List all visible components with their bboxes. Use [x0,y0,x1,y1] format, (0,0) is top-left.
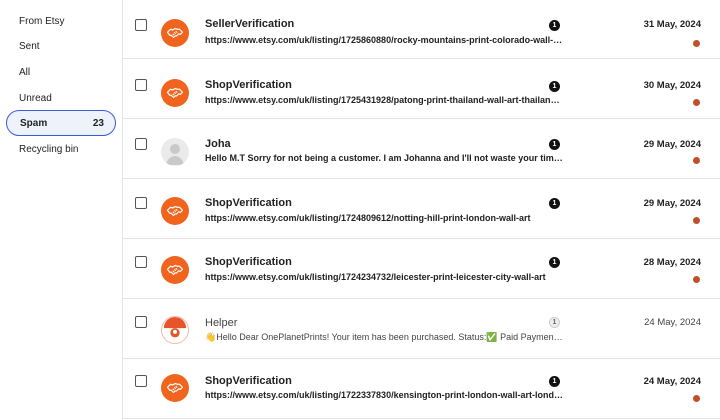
message-sender: ShopVerification [205,256,292,268]
message-sender: ShopVerification [205,375,292,387]
sidebar-item-spam[interactable]: Spam 23 [6,110,116,136]
message-checkbox[interactable] [135,256,147,268]
unread-dot [693,157,700,164]
message-row[interactable]: ShopVerification https://www.etsy.com/uk… [123,360,720,419]
sidebar-item-label: Spam [20,117,48,129]
handshake-icon [161,19,189,47]
message-preview: Hello M.T Sorry for not being a customer… [205,153,565,163]
message-count-badge: 1 [549,317,560,328]
unread-dot [693,276,700,283]
message-checkbox[interactable] [135,316,147,328]
unread-dot [693,40,700,47]
message-date: 24 May, 2024 [643,376,701,387]
message-count-badge: 1 [549,20,560,31]
message-date: 28 May, 2024 [643,257,701,268]
message-date: 29 May, 2024 [643,139,701,150]
message-sender: ShopVerification [205,197,292,209]
sidebar-item-label: All [19,66,31,78]
message-list: SellerVerification https://www.etsy.com/… [122,0,720,420]
unread-dot [693,395,700,402]
message-sender: SellerVerification [205,18,295,30]
message-checkbox[interactable] [135,79,147,91]
message-row[interactable]: ShopVerification https://www.etsy.com/uk… [123,240,720,299]
message-date: 30 May, 2024 [643,80,701,91]
sidebar-item-sent[interactable]: Sent [6,33,116,59]
handshake-icon [161,79,189,107]
message-checkbox[interactable] [135,197,147,209]
message-preview: https://www.etsy.com/uk/listing/17242347… [205,272,546,282]
message-row[interactable]: ShopVerification https://www.etsy.com/uk… [123,60,720,119]
message-count-badge: 1 [549,257,560,268]
message-preview: https://www.etsy.com/uk/listing/17258608… [205,35,565,45]
message-count-badge: 1 [549,81,560,92]
message-date: 29 May, 2024 [643,198,701,209]
sidebar-item-label: Unread [19,92,52,104]
handshake-icon [161,374,189,402]
handshake-icon [161,256,189,284]
sidebar-item-all[interactable]: All [6,59,116,85]
message-checkbox[interactable] [135,19,147,31]
sidebar-item-label: From Etsy [19,15,65,27]
message-row[interactable]: ShopVerification https://www.etsy.com/uk… [123,180,720,239]
unread-dot [693,217,700,224]
helper-logo-icon [161,316,189,344]
sidebar-item-unread[interactable]: Unread [6,85,116,111]
message-count-badge: 1 [549,198,560,209]
message-preview: https://www.etsy.com/uk/listing/17248096… [205,213,531,223]
sidebar-item-recycling-bin[interactable]: Recycling bin [6,136,116,162]
message-count-badge: 1 [549,139,560,150]
message-sender: ShopVerification [205,79,292,91]
message-date: 24 May, 2024 [644,317,701,328]
message-sender: Joha [205,138,231,150]
unread-dot [693,99,700,106]
sidebar-item-label: Sent [19,40,40,52]
message-row[interactable]: SellerVerification https://www.etsy.com/… [123,0,720,59]
message-preview: 👋Hello Dear OnePlanetPrints! Your item h… [205,332,565,342]
handshake-icon [161,197,189,225]
message-date: 31 May, 2024 [643,19,701,30]
folder-sidebar: From Etsy Sent All Unread Spam 23 Recycl… [0,0,122,420]
message-preview: https://www.etsy.com/uk/listing/17223378… [205,390,565,400]
message-checkbox[interactable] [135,375,147,387]
sidebar-item-label: Recycling bin [19,143,79,155]
spam-count-badge: 23 [92,117,104,129]
message-sender: Helper [205,317,238,329]
message-count-badge: 1 [549,376,560,387]
message-checkbox[interactable] [135,138,147,150]
sidebar-item-from-etsy[interactable]: From Etsy [6,8,116,34]
message-row[interactable]: Joha Hello M.T Sorry for not being a cus… [123,120,720,179]
message-preview: https://www.etsy.com/uk/listing/17254319… [205,95,565,105]
message-row[interactable]: Helper 👋Hello Dear OnePlanetPrints! Your… [123,300,720,359]
person-icon [161,138,189,166]
